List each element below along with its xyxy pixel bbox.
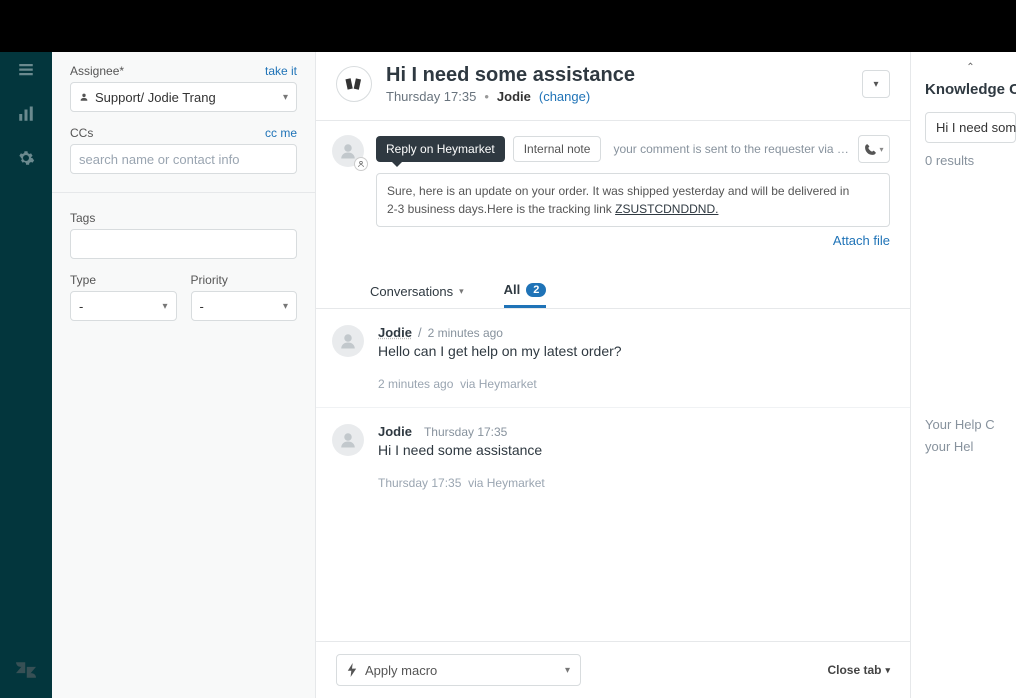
tab-conversations-label: Conversations xyxy=(370,284,453,299)
header-dropdown[interactable]: ▾ xyxy=(862,70,890,98)
type-select[interactable]: - ▾ xyxy=(70,291,177,321)
close-tab-button[interactable]: Close tab ▾ xyxy=(827,663,890,677)
ccs-input[interactable] xyxy=(70,144,297,174)
sep: / xyxy=(418,325,422,340)
priority-value: - xyxy=(200,299,204,314)
priority-label: Priority xyxy=(191,273,298,287)
type-value: - xyxy=(79,299,83,314)
chevron-down-icon: ▾ xyxy=(459,286,464,297)
cc-me-link[interactable]: cc me xyxy=(265,126,297,140)
tab-all-label: All xyxy=(504,282,521,297)
ccs-label: CCs xyxy=(70,126,93,140)
reply-textarea[interactable]: Sure, here is an update on your order. I… xyxy=(376,173,890,227)
reply-section: Reply on Heymarket Internal note your co… xyxy=(316,121,910,256)
message-time: 2 minutes ago xyxy=(428,326,503,340)
views-icon[interactable] xyxy=(16,60,36,80)
message-text: Hi I need some assistance xyxy=(378,442,890,458)
user-avatar xyxy=(332,424,364,456)
message-text: Hello can I get help on my latest order? xyxy=(378,343,890,359)
assignee-select[interactable]: Support/ Jodie Trang ▾ xyxy=(70,82,297,112)
change-requester-link[interactable]: (change) xyxy=(539,89,590,104)
chevron-down-icon: ▾ xyxy=(283,301,288,312)
agent-avatar xyxy=(332,135,364,167)
tab-all-count: 2 xyxy=(526,283,546,297)
message-time: Thursday 17:35 xyxy=(424,425,507,439)
settings-icon[interactable] xyxy=(16,148,36,168)
message-author[interactable]: Jodie xyxy=(378,325,412,340)
assignee-value: Support/ Jodie Trang xyxy=(95,90,216,105)
reply-line1: Sure, here is an update on your order. I… xyxy=(387,184,849,198)
meta-time: Thursday 17:35 xyxy=(378,476,461,490)
attach-file-link[interactable]: Attach file xyxy=(833,233,890,248)
knowledge-search[interactable]: Hi I need some xyxy=(925,112,1016,143)
channel-icon xyxy=(336,66,372,102)
zendesk-logo-icon xyxy=(16,660,36,680)
meta-via: via Heymarket xyxy=(468,476,545,490)
meta-time: 2 minutes ago xyxy=(378,377,453,391)
ticket-timestamp: Thursday 17:35 xyxy=(386,89,476,104)
knowledge-results: 0 results xyxy=(925,153,1016,168)
reports-icon[interactable] xyxy=(16,104,36,124)
ticket-header: Hi I need some assistance Thursday 17:35… xyxy=(316,52,910,121)
avatar-badge-icon xyxy=(354,157,368,171)
divider xyxy=(52,192,315,193)
reply-tab-internal-note[interactable]: Internal note xyxy=(513,136,602,162)
apply-macro-select[interactable]: Apply macro ▾ xyxy=(336,654,581,686)
conversation-tabs: Conversations ▾ All 2 xyxy=(316,274,910,309)
ticket-title: Hi I need some assistance xyxy=(386,64,635,87)
vertical-rail xyxy=(0,52,52,698)
meta-via: via Heymarket xyxy=(460,377,537,391)
user-avatar xyxy=(332,325,364,357)
bolt-icon xyxy=(347,663,357,677)
message-row: Jodie / 2 minutes ago Hello can I get he… xyxy=(316,309,910,407)
message-row: Jodie Thursday 17:35 Hi I need some assi… xyxy=(316,407,910,506)
ticket-footer: Apply macro ▾ Close tab ▾ xyxy=(316,641,910,698)
tracking-link[interactable]: ZSUSTCDNDDND. xyxy=(615,202,718,216)
chevron-down-icon: ▾ xyxy=(885,665,890,676)
reply-line2: 2-3 business days.Here is the tracking l… xyxy=(387,202,615,216)
close-tab-label: Close tab xyxy=(827,663,881,677)
take-it-link[interactable]: take it xyxy=(265,64,297,78)
tab-conversations[interactable]: Conversations ▾ xyxy=(370,276,464,307)
message-author: Jodie xyxy=(378,424,412,439)
app-root: Assignee* take it Support/ Jodie Trang ▾… xyxy=(0,0,1016,698)
main-column: Hi I need some assistance Thursday 17:35… xyxy=(316,52,910,698)
reply-tab-heymarket[interactable]: Reply on Heymarket xyxy=(376,136,505,162)
messages-list: Jodie / 2 minutes ago Hello can I get he… xyxy=(316,309,910,641)
dot-separator: • xyxy=(484,89,489,104)
call-button[interactable]: ▾ xyxy=(858,135,890,163)
tags-input[interactable] xyxy=(70,229,297,259)
tab-all[interactable]: All 2 xyxy=(504,274,547,308)
properties-sidebar: Assignee* take it Support/ Jodie Trang ▾… xyxy=(52,52,316,698)
knowledge-panel: ⌃ Knowledge Cap Hi I need some 0 results… xyxy=(910,52,1016,698)
assignee-label: Assignee* xyxy=(70,64,124,78)
knowledge-help-text: Your Help C your Hel xyxy=(925,414,995,458)
tags-label: Tags xyxy=(70,211,297,225)
person-icon xyxy=(79,92,89,102)
chevron-down-icon: ▾ xyxy=(565,665,570,676)
requester-name: Jodie xyxy=(497,89,531,104)
knowledge-title: Knowledge Cap xyxy=(925,81,1016,98)
priority-select[interactable]: - ▾ xyxy=(191,291,298,321)
chevron-down-icon: ▾ xyxy=(283,92,288,103)
macro-label: Apply macro xyxy=(365,663,437,678)
type-label: Type xyxy=(70,273,177,287)
chevron-down-icon: ▾ xyxy=(162,301,167,312)
reply-hint: your comment is sent to the requester vi… xyxy=(613,142,850,156)
collapse-panel-icon[interactable]: ⌃ xyxy=(925,62,1016,73)
